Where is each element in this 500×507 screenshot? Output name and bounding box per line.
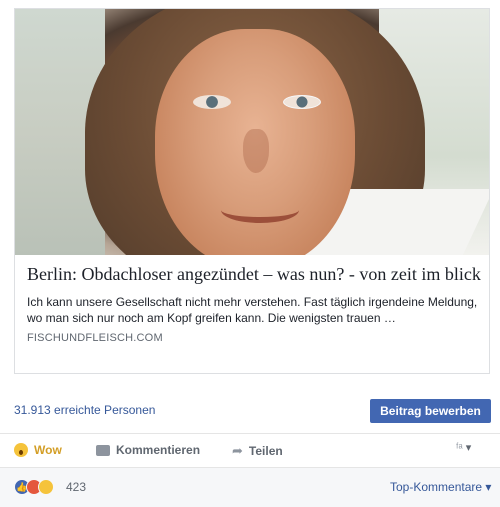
photo-mouth (221, 197, 299, 223)
comment-label: Kommentieren (116, 443, 201, 457)
post-actions-bar: Wow Kommentieren ➦ Teilen ᶠᵃ ▾ (0, 434, 500, 468)
friends-icon: ᶠᵃ (456, 442, 463, 454)
share-arrow-icon: ➦ (232, 443, 243, 458)
share-label: Teilen (248, 444, 283, 458)
promote-post-button[interactable]: Beitrag bewerben (370, 399, 491, 423)
link-preview-text: Berlin: Obdachloser angezündet – was nun… (27, 263, 481, 344)
chevron-down-icon: ▾ (465, 442, 472, 454)
audience-selector[interactable]: ᶠᵃ ▾ (456, 441, 471, 454)
wow-label: Wow (34, 443, 62, 457)
sad-reaction-icon (38, 479, 54, 495)
comment-button[interactable]: Kommentieren (96, 443, 200, 457)
article-title[interactable]: Berlin: Obdachloser angezündet – was nun… (27, 263, 481, 285)
wow-reaction-button[interactable]: Wow (14, 443, 62, 457)
comment-icon (96, 444, 110, 456)
comment-sort-dropdown[interactable]: Top-Kommentare ▾ (390, 480, 491, 494)
article-photo[interactable] (15, 9, 489, 255)
insights-row: 31.913 erreichte Personen Beitrag bewerb… (0, 386, 500, 434)
reaction-count[interactable]: 423 (66, 480, 86, 494)
share-button[interactable]: ➦ Teilen (232, 443, 283, 459)
photo-nose (243, 129, 269, 173)
photo-eye-left (193, 95, 231, 109)
article-domain: FISCHUNDFLEISCH.COM (27, 332, 163, 344)
reaction-icons[interactable]: 👍 (14, 479, 54, 495)
article-description: Ich kann unsere Gesellschaft nicht mehr … (27, 295, 478, 325)
link-preview-card[interactable]: Berlin: Obdachloser angezündet – was nun… (14, 8, 490, 374)
wow-icon (14, 443, 28, 457)
reactions-summary-row: 👍 423 Top-Kommentare ▾ (0, 468, 500, 507)
photo-eye-right (283, 95, 321, 109)
photo-face (155, 29, 355, 255)
reach-link[interactable]: 31.913 erreichte Personen (14, 403, 155, 417)
